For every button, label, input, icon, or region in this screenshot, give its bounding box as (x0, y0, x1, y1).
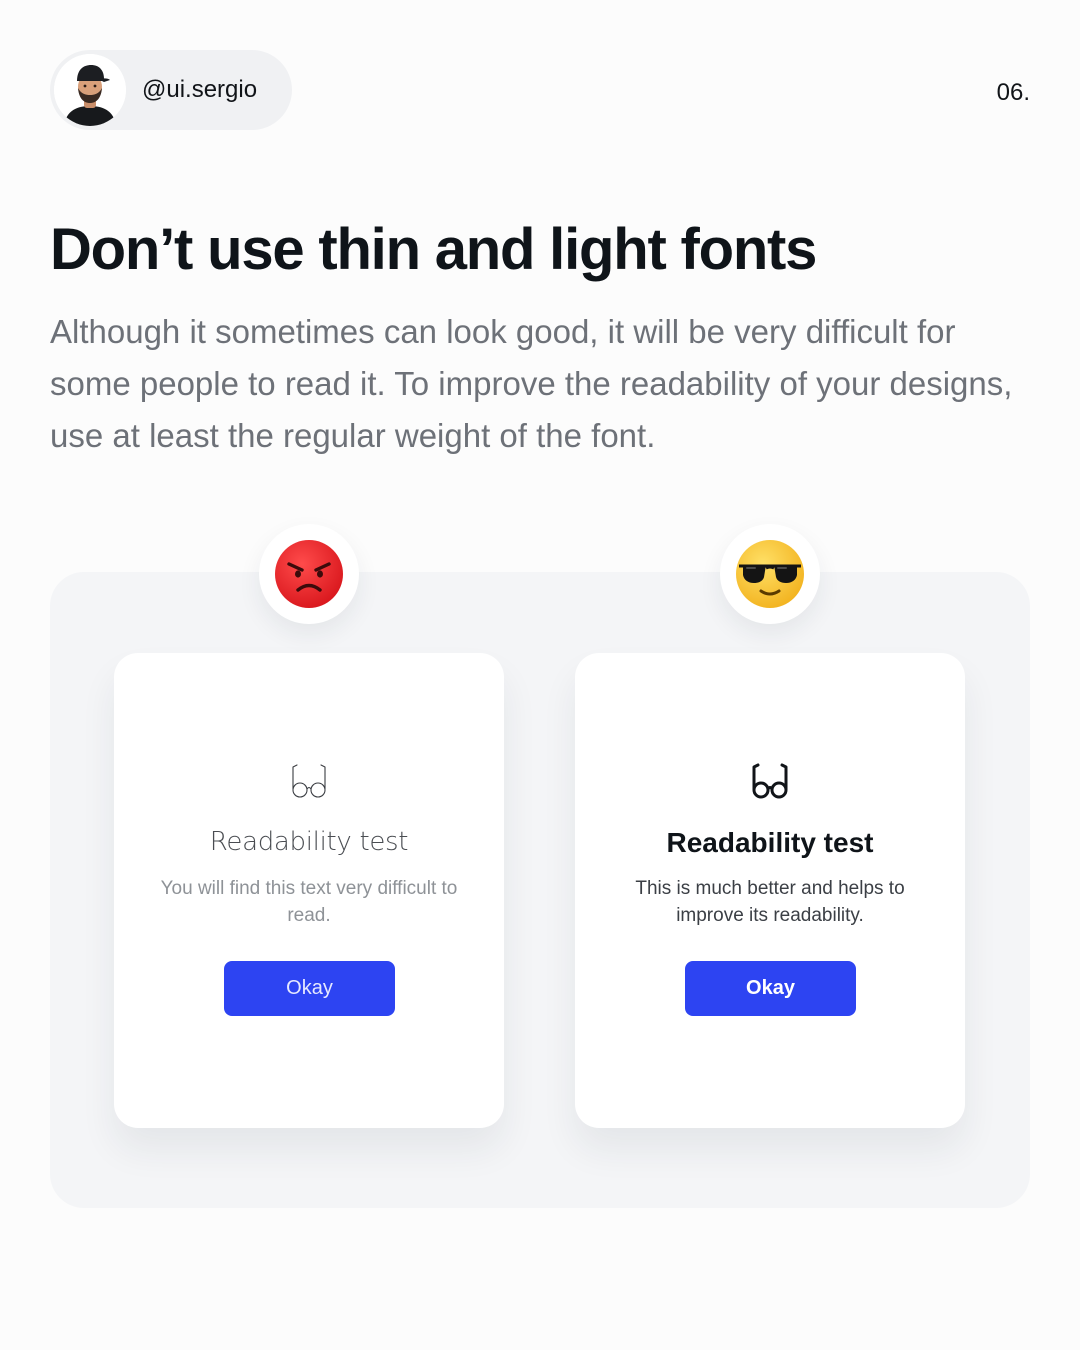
card-title: Readability test (209, 827, 409, 857)
author-chip[interactable]: @ui.sergio (50, 50, 292, 130)
avatar-portrait-icon (54, 54, 126, 126)
avatar (54, 54, 126, 126)
okay-button[interactable]: Okay (224, 961, 395, 1016)
card-title: Readability test (666, 827, 874, 858)
slide: @ui.sergio 06. Don’t use thin and light … (0, 0, 1080, 1350)
good-example-card: Readability test This is much better and… (575, 653, 965, 1128)
card-body: This is much better and helps to improve… (635, 878, 905, 926)
glasses-icon (752, 763, 788, 799)
sunglasses-face-icon (736, 540, 804, 608)
cool-emoji-badge (720, 524, 820, 624)
angry-face-icon (275, 540, 343, 608)
page-subtitle: Although it sometimes can look good, it … (50, 313, 1013, 454)
angry-emoji-badge (259, 524, 359, 624)
okay-button[interactable]: Okay (685, 961, 856, 1016)
author-handle[interactable]: @ui.sergio (142, 76, 257, 104)
page-title: Don’t use thin and light fonts (50, 217, 817, 282)
bad-example-card: Readability test You will find this text… (114, 653, 504, 1128)
card-body: You will find this text very difficult t… (160, 878, 458, 926)
glasses-icon (292, 764, 326, 798)
page-number: 06. (996, 79, 1030, 106)
